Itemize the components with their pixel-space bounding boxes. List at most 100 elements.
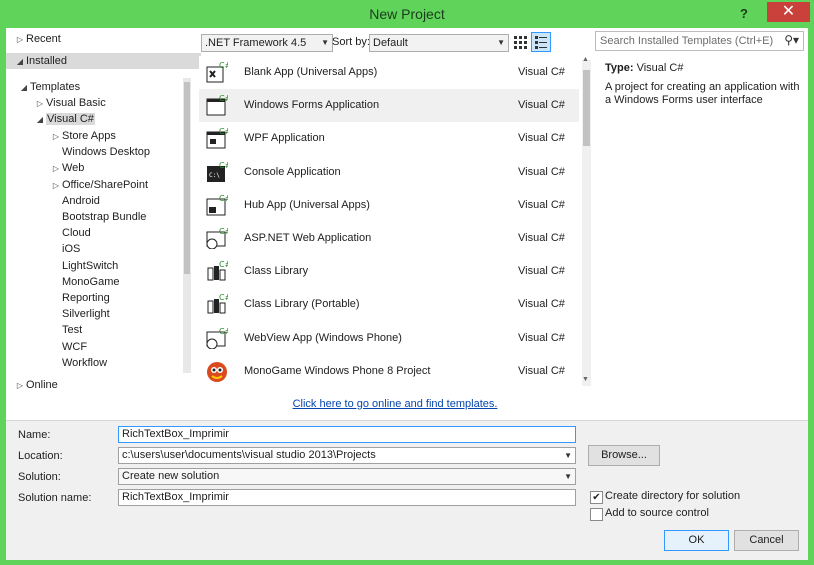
template-name: ASP.NET Web Application [244, 232, 372, 244]
source-control-label[interactable]: Add to source control [605, 507, 709, 519]
tree-item-12[interactable]: Test [50, 322, 82, 338]
solution-name-input[interactable]: RichTextBox_Imprimir [118, 489, 576, 506]
tree-item-4[interactable]: Android [50, 193, 100, 209]
type-line: Type: Visual C# [605, 62, 683, 74]
type-value: Visual C# [636, 62, 684, 74]
template-row[interactable]: C# WebView App (Windows Phone) Visual C# [199, 322, 579, 355]
sort-by-value: Default [373, 37, 408, 49]
tree-item-label: Templates [30, 81, 81, 93]
chevron-down-icon[interactable]: ▼ [564, 448, 572, 463]
search-box[interactable]: ⚲▾ [595, 31, 804, 51]
question-mark-icon[interactable]: ? [736, 6, 752, 22]
collapse-arrow-icon[interactable]: ◢ [18, 80, 30, 96]
chevron-down-icon: ▼ [564, 472, 572, 481]
tree-item-label: Windows Desktop [62, 146, 151, 159]
source-control-checkbox[interactable] [590, 508, 603, 521]
template-language: Visual C# [518, 331, 565, 344]
list-view-icon[interactable] [531, 32, 551, 52]
tree-scrollbar-thumb[interactable] [184, 82, 190, 274]
close-icon[interactable]: ✕ [767, 2, 810, 22]
tree-item-13[interactable]: WCF [50, 339, 87, 355]
class-library-icon: C# [206, 260, 232, 282]
template-name: MonoGame Windows Phone 8 Project [244, 364, 431, 377]
tree-item-8[interactable]: LightSwitch [50, 258, 118, 274]
tree-item-recent[interactable]: ▷ Recent [14, 31, 61, 47]
tree-item-label: Test [62, 324, 83, 337]
template-name: Windows Forms Application [244, 99, 380, 112]
expand-arrow-icon[interactable]: ▷ [14, 378, 26, 394]
tree-item-templates[interactable]: ◢ Templates [18, 79, 80, 95]
tree-item-label: Installed [26, 55, 67, 67]
tree-item-3[interactable]: ▷ Office/SharePoint [50, 177, 148, 193]
tree-item-visual-csharp[interactable]: ◢ Visual C# [34, 111, 95, 127]
template-language: Visual C# [518, 165, 565, 178]
tree-item-11[interactable]: Silverlight [50, 306, 110, 322]
template-language: Visual C# [518, 265, 565, 278]
tree-item-7[interactable]: iOS [50, 241, 80, 257]
title-bar[interactable]: New Project ? ✕ [0, 0, 814, 28]
portable-library-icon: C# [206, 293, 232, 315]
tree-item-installed[interactable]: ◢ Installed [6, 53, 201, 69]
tree-item-online[interactable]: ▷ Online [14, 377, 58, 393]
tree-item-label: MonoGame [62, 275, 120, 288]
tree-item-label: Reporting [62, 292, 110, 304]
svg-text:C#: C# [219, 194, 228, 203]
tree-item-label: Silverlight [62, 308, 110, 321]
ok-button[interactable]: OK [664, 530, 729, 551]
scroll-up-icon[interactable]: ▲ [582, 56, 589, 63]
template-row[interactable]: MonoGame Windows Phone 8 Project Visual C… [199, 355, 579, 388]
tree-item-5[interactable]: Bootstrap Bundle [50, 209, 146, 225]
tree-item-1[interactable]: Windows Desktop [50, 144, 150, 160]
sort-by-select[interactable]: Default ▼ [369, 34, 509, 52]
template-row[interactable]: C:\ C# Console Application Visual C# [199, 156, 579, 189]
template-name: Class Library (Portable) [244, 298, 360, 311]
template-row[interactable]: C# Class Library Visual C# [199, 255, 579, 288]
tree-item-10[interactable]: Reporting [50, 290, 110, 306]
web-app-icon: C# [206, 227, 232, 250]
tree-item-0[interactable]: ▷ Store Apps [50, 128, 116, 144]
svg-text:C#: C# [219, 293, 228, 302]
browse-button[interactable]: Browse... [588, 445, 660, 466]
location-combo[interactable]: c:\users\user\documents\visual studio 20… [118, 447, 576, 464]
template-row[interactable]: C# ASP.NET Web Application Visual C# [199, 222, 579, 255]
svg-text:C#: C# [219, 260, 228, 269]
tree-item-14[interactable]: Workflow [50, 355, 107, 371]
expand-arrow-icon[interactable]: ▷ [14, 32, 26, 48]
template-row[interactable]: C# Blank App (Universal Apps) Visual C# [199, 56, 579, 89]
tree-item-label: Online [26, 379, 58, 391]
template-row[interactable]: C# WPF Application Visual C# [199, 122, 579, 155]
template-row[interactable]: C# Windows Forms Application Visual C# [199, 89, 579, 123]
tree-item-visual-basic[interactable]: ▷ Visual Basic [34, 95, 106, 111]
template-language: Visual C# [518, 364, 565, 377]
search-icon[interactable]: ⚲▾ [784, 33, 799, 47]
cancel-button[interactable]: Cancel [734, 530, 799, 551]
list-scrollbar-thumb[interactable] [583, 70, 590, 146]
tree-item-2[interactable]: ▷ Web [50, 160, 85, 177]
collapse-arrow-icon[interactable]: ◢ [14, 54, 26, 70]
create-directory-label[interactable]: Create directory for solution [605, 490, 740, 502]
solution-select[interactable]: Create new solution ▼ [118, 468, 576, 485]
name-label: Name: [18, 429, 51, 441]
grid-view-icon[interactable] [512, 34, 528, 50]
expand-arrow-icon[interactable]: ▷ [34, 96, 46, 112]
tree-item-label: Office/SharePoint [62, 178, 149, 191]
console-app-icon: C:\ C# [206, 161, 232, 183]
expand-arrow-icon[interactable]: ▷ [50, 161, 62, 177]
template-language: Visual C# [518, 232, 565, 244]
location-label: Location: [18, 450, 63, 462]
expand-arrow-icon[interactable]: ▷ [50, 178, 62, 194]
search-input[interactable] [596, 32, 782, 50]
framework-select[interactable]: .NET Framework 4.5 ▼ [201, 34, 333, 52]
template-row[interactable]: C# Hub App (Universal Apps) Visual C# [199, 189, 579, 222]
create-directory-checkbox[interactable]: ✔ [590, 491, 603, 504]
collapse-arrow-icon[interactable]: ◢ [34, 112, 46, 128]
expand-arrow-icon[interactable]: ▷ [50, 129, 62, 145]
scroll-down-icon[interactable]: ▼ [582, 376, 589, 383]
tree-item-6[interactable]: Cloud [50, 225, 91, 241]
tree-item-label: Android [62, 194, 100, 207]
name-input[interactable]: RichTextBox_Imprimir [118, 426, 576, 443]
tree-item-9[interactable]: MonoGame [50, 274, 119, 290]
location-value: c:\users\user\documents\visual studio 20… [122, 449, 376, 461]
template-row[interactable]: C# Class Library (Portable) Visual C# [199, 288, 579, 321]
online-templates-link[interactable]: Click here to go online and find templat… [199, 398, 591, 410]
